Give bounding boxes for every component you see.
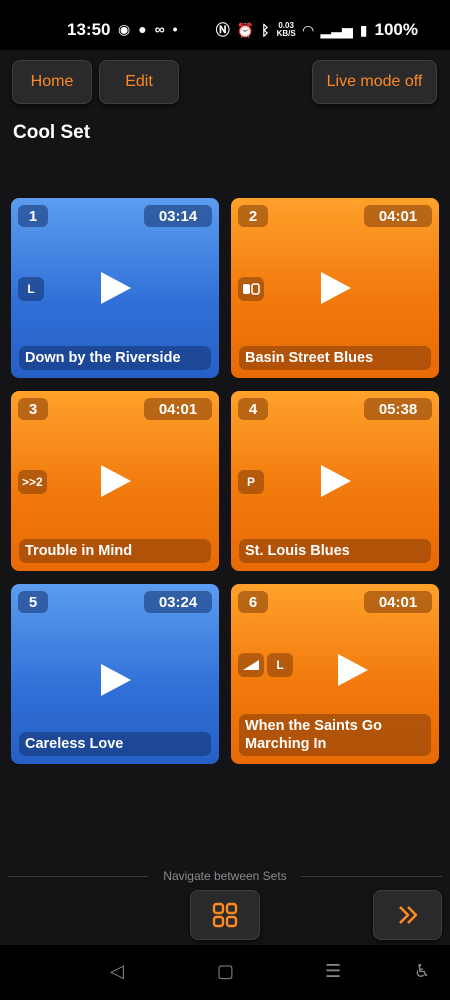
song-title: Careless Love bbox=[19, 732, 211, 756]
song-duration: 04:01 bbox=[364, 591, 432, 613]
edit-button[interactable]: Edit bbox=[99, 60, 179, 104]
whatsapp-icon: ◉ bbox=[118, 21, 131, 37]
song-number: 2 bbox=[238, 205, 268, 227]
jump-mode-badge: >>2 bbox=[18, 470, 47, 494]
song-title: Down by the Riverside bbox=[19, 346, 211, 370]
song-duration: 04:01 bbox=[364, 205, 432, 227]
fade-in-icon bbox=[238, 653, 264, 677]
song-duration: 05:38 bbox=[364, 398, 432, 420]
home-icon[interactable]: ▢ bbox=[217, 961, 234, 982]
voicemail-icon: ∞ bbox=[154, 21, 165, 37]
next-set-button[interactable] bbox=[373, 890, 442, 940]
song-duration: 03:24 bbox=[144, 591, 212, 613]
play-icon[interactable] bbox=[101, 465, 131, 497]
song-tile[interactable]: 6 04:01 L When the Saints Go Marching In bbox=[231, 584, 439, 764]
chat-icon: ● bbox=[138, 21, 147, 37]
split-mode-icon bbox=[238, 277, 264, 301]
back-icon[interactable]: ◁ bbox=[110, 961, 124, 982]
song-duration: 03:14 bbox=[144, 205, 212, 227]
fade-in-glyph bbox=[243, 660, 259, 670]
loop-mode-badge: L bbox=[267, 653, 293, 677]
loop-mode-badge: L bbox=[18, 277, 44, 301]
song-title: Basin Street Blues bbox=[239, 346, 431, 370]
battery-level: 100% bbox=[374, 20, 418, 39]
pause-mode-badge: P bbox=[238, 470, 264, 494]
divider-right bbox=[301, 876, 442, 877]
system-navigation-bar: ◁ ▢ ☰ ♿ bbox=[0, 945, 450, 1000]
song-title: St. Louis Blues bbox=[239, 539, 431, 563]
wifi-icon: ◠ bbox=[302, 21, 314, 38]
recents-icon[interactable]: ☰ bbox=[325, 961, 341, 982]
play-icon[interactable] bbox=[321, 272, 351, 304]
nfc-icon: Ⓝ bbox=[215, 22, 230, 38]
song-title: When the Saints Go Marching In bbox=[239, 714, 431, 756]
alarm-icon: ⏰ bbox=[236, 21, 255, 38]
system-status-icons: Ⓝ ⏰ ᛒ 0.03 KB/S ◠ ▂▃▅ ▮ 100% bbox=[216, 20, 418, 40]
play-icon[interactable] bbox=[337, 654, 368, 686]
home-button[interactable]: Home bbox=[12, 60, 92, 104]
song-tile[interactable]: 2 04:01 Basin Street Blues bbox=[231, 198, 439, 378]
more-notifications-icon: • bbox=[172, 21, 178, 37]
grid-icon bbox=[212, 902, 238, 928]
play-icon[interactable] bbox=[321, 465, 351, 497]
song-number: 3 bbox=[18, 398, 48, 420]
song-number: 5 bbox=[18, 591, 48, 613]
play-icon[interactable] bbox=[101, 664, 131, 696]
song-number: 1 bbox=[18, 205, 48, 227]
set-title: Cool Set bbox=[13, 122, 91, 143]
notification-icons: ◉ ● ∞ • bbox=[118, 21, 178, 38]
bluetooth-icon: ᛒ bbox=[261, 22, 270, 38]
set-grid-button[interactable] bbox=[190, 890, 260, 940]
split-mode-glyph bbox=[243, 283, 260, 295]
song-tile[interactable]: 3 04:01 >>2 Trouble in Mind bbox=[11, 391, 219, 571]
play-icon[interactable] bbox=[101, 272, 131, 304]
song-tile[interactable]: 4 05:38 P St. Louis Blues bbox=[231, 391, 439, 571]
status-bar: 13:50 ◉ ● ∞ • Ⓝ ⏰ ᛒ 0.03 KB/S ◠ ▂▃▅ ▮ 10… bbox=[0, 0, 450, 50]
song-tile[interactable]: 5 03:24 Careless Love bbox=[11, 584, 219, 764]
live-mode-button[interactable]: Live mode off bbox=[312, 60, 437, 104]
network-speed: 0.03 KB/S bbox=[276, 21, 296, 38]
double-chevron-right-icon bbox=[398, 906, 417, 924]
song-title: Trouble in Mind bbox=[19, 539, 211, 563]
song-duration: 04:01 bbox=[144, 398, 212, 420]
accessibility-icon[interactable]: ♿ bbox=[414, 961, 430, 982]
app-screen: Home Edit Live mode off Cool Set 1 03:14… bbox=[0, 50, 450, 945]
signal-icon: ▂▃▅ bbox=[320, 21, 353, 38]
song-number: 6 bbox=[238, 591, 268, 613]
song-tile[interactable]: 1 03:14 L Down by the Riverside bbox=[11, 198, 219, 378]
battery-icon: ▮ bbox=[359, 21, 368, 38]
song-number: 4 bbox=[238, 398, 268, 420]
status-time: 13:50 bbox=[67, 20, 111, 39]
